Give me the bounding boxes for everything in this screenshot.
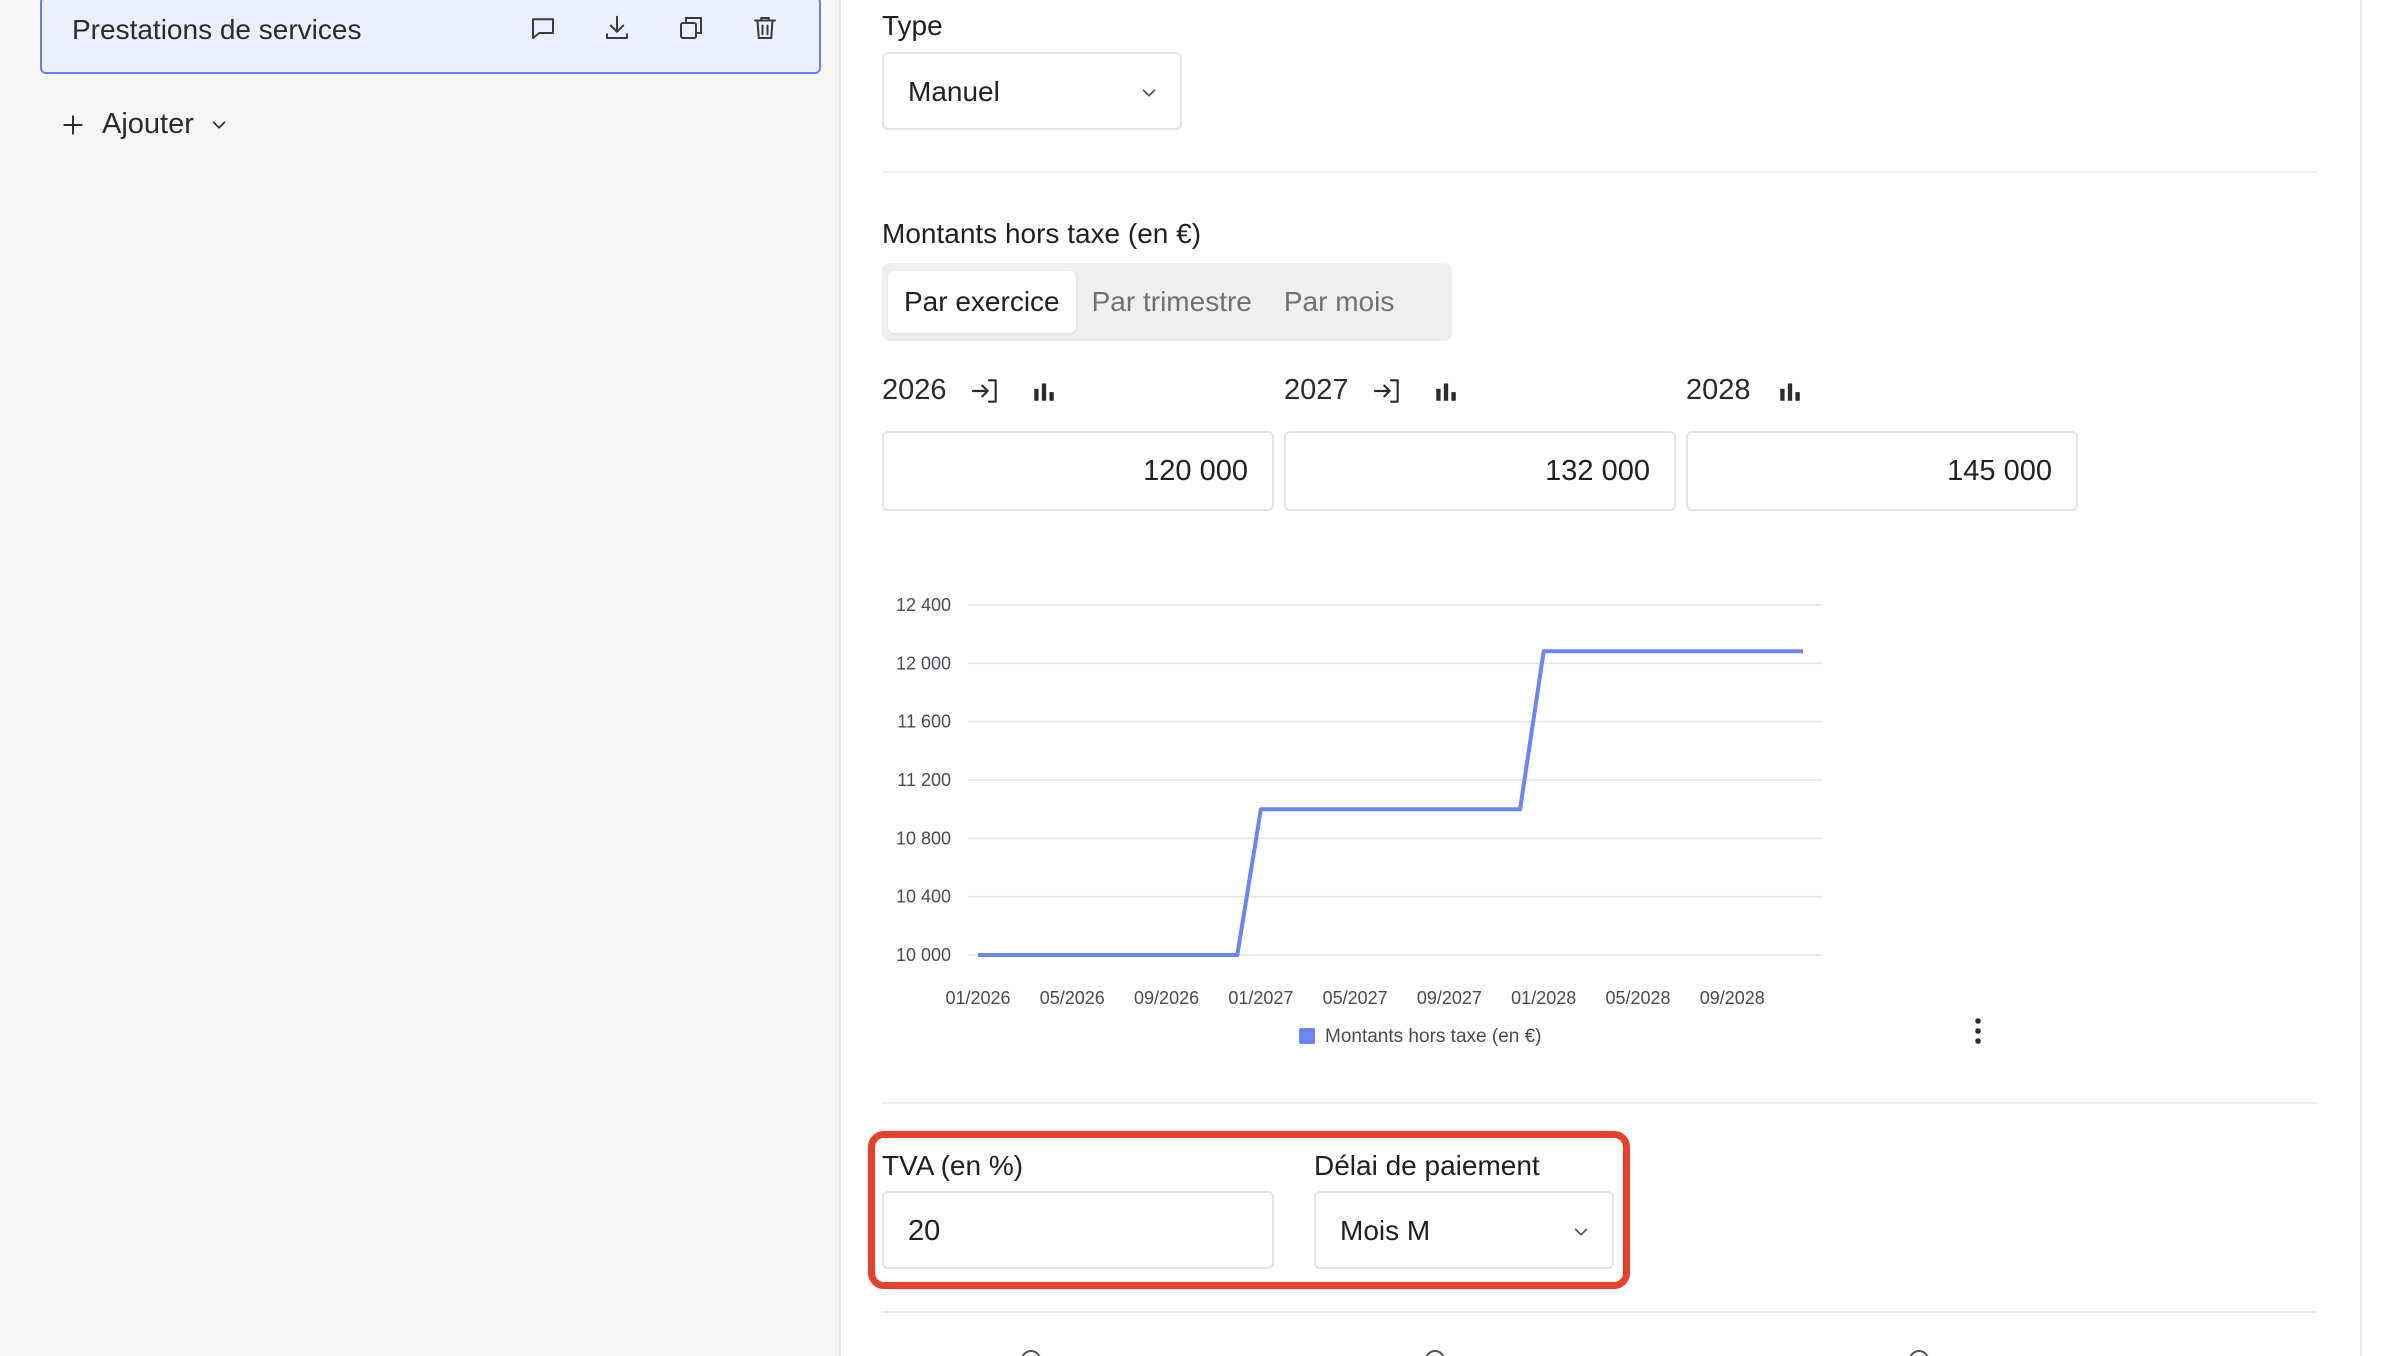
tab-par-exercice[interactable]: Par exercice — [888, 271, 1076, 333]
chart-x-tick-label: 01/2026 — [945, 988, 1010, 1008]
chart-x-tick-label: 01/2028 — [1511, 988, 1576, 1008]
bar-chart-icon[interactable] — [1031, 378, 1057, 404]
amount-input-2027[interactable]: 132 000 — [1284, 431, 1676, 511]
type-label: Type — [882, 10, 943, 41]
amount-value: 132 000 — [1545, 455, 1650, 487]
divider — [882, 171, 2317, 173]
year-label: 2026 — [882, 374, 947, 406]
chart-legend-swatch — [1299, 1028, 1315, 1044]
year-label: 2027 — [1284, 374, 1349, 406]
chart-x-tick-label: 05/2026 — [1040, 988, 1105, 1008]
amounts-chart: 10 000 10 400 10 800 11 200 11 600 12 000 12 4… — [883, 580, 1823, 1060]
year-header-2026: 2026 — [882, 374, 1057, 407]
chart-y-tick-label: 12 000 — [896, 653, 951, 673]
period-segmented-control: Par exercice Par trimestre Par mois — [882, 263, 1452, 341]
chart-x-tick-label: 09/2026 — [1134, 988, 1199, 1008]
highlight-box — [868, 1131, 1630, 1289]
more-options-icon[interactable] — [1966, 1016, 1990, 1051]
chevron-down-icon — [1142, 89, 1156, 97]
download-icon[interactable] — [599, 10, 635, 46]
sidebar-item-selected[interactable]: Prestations de services — [40, 0, 821, 74]
chart-x-tick-label: 05/2028 — [1605, 988, 1670, 1008]
bar-chart-icon[interactable] — [1777, 378, 1803, 404]
type-select[interactable]: Manuel — [882, 52, 1182, 130]
chart-x-tick-label: 09/2028 — [1700, 988, 1765, 1008]
plus-icon — [63, 114, 83, 135]
partial-icon — [1909, 1350, 1929, 1356]
sidebar: Prestations de services Ajouter — [0, 0, 841, 1356]
panel-edge — [2360, 0, 2362, 1356]
amount-input-2026[interactable]: 120 000 — [882, 431, 1274, 511]
chevron-down-icon — [212, 120, 226, 129]
trash-icon[interactable] — [747, 10, 783, 46]
apply-forward-icon[interactable] — [969, 375, 1001, 407]
chart-x-tick-label: 05/2027 — [1323, 988, 1388, 1008]
amount-input-2028[interactable]: 145 000 — [1686, 431, 2078, 511]
tab-par-trimestre[interactable]: Par trimestre — [1076, 271, 1268, 333]
chart-y-tick-label: 10 000 — [896, 945, 951, 965]
divider — [882, 1311, 2317, 1313]
amount-value: 145 000 — [1947, 455, 2052, 487]
comment-icon[interactable] — [525, 10, 561, 46]
year-header-2028: 2028 — [1686, 374, 1803, 407]
chart-y-tick-label: 11 200 — [897, 770, 951, 790]
partial-icon — [1425, 1350, 1445, 1356]
sidebar-item-label: Prestations de services — [72, 14, 362, 45]
bar-chart-icon[interactable] — [1433, 378, 1459, 404]
type-select-value: Manuel — [908, 76, 1000, 107]
apply-forward-icon[interactable] — [1371, 375, 1403, 407]
chart-x-tick-label: 01/2027 — [1228, 988, 1293, 1008]
amount-value: 120 000 — [1143, 455, 1248, 487]
partial-icon — [1021, 1350, 1041, 1356]
chart-y-tick-label: 11 600 — [897, 712, 951, 732]
tab-par-mois[interactable]: Par mois — [1268, 271, 1410, 333]
year-label: 2028 — [1686, 374, 1751, 406]
add-button[interactable]: Ajouter — [60, 108, 230, 141]
chart-series-line — [978, 649, 1803, 957]
item-actions — [525, 10, 783, 46]
chart-y-tick-label: 10 400 — [896, 887, 951, 907]
chart-svg: 10 000 10 400 10 800 11 200 11 600 12 000 12 4… — [896, 595, 1823, 1047]
chart-y-tick-label: 12 400 — [896, 595, 951, 615]
divider — [882, 1102, 2317, 1104]
chart-x-tick-label: 09/2027 — [1417, 988, 1482, 1008]
duplicate-icon[interactable] — [673, 10, 709, 46]
add-label: Ajouter — [102, 108, 194, 140]
amounts-label: Montants hors taxe (en €) — [882, 218, 1202, 249]
year-header-2027: 2027 — [1284, 374, 1459, 407]
chart-legend-label: Montants hors taxe (en €) — [1325, 1026, 1542, 1047]
chart-y-tick-label: 10 800 — [896, 828, 951, 848]
